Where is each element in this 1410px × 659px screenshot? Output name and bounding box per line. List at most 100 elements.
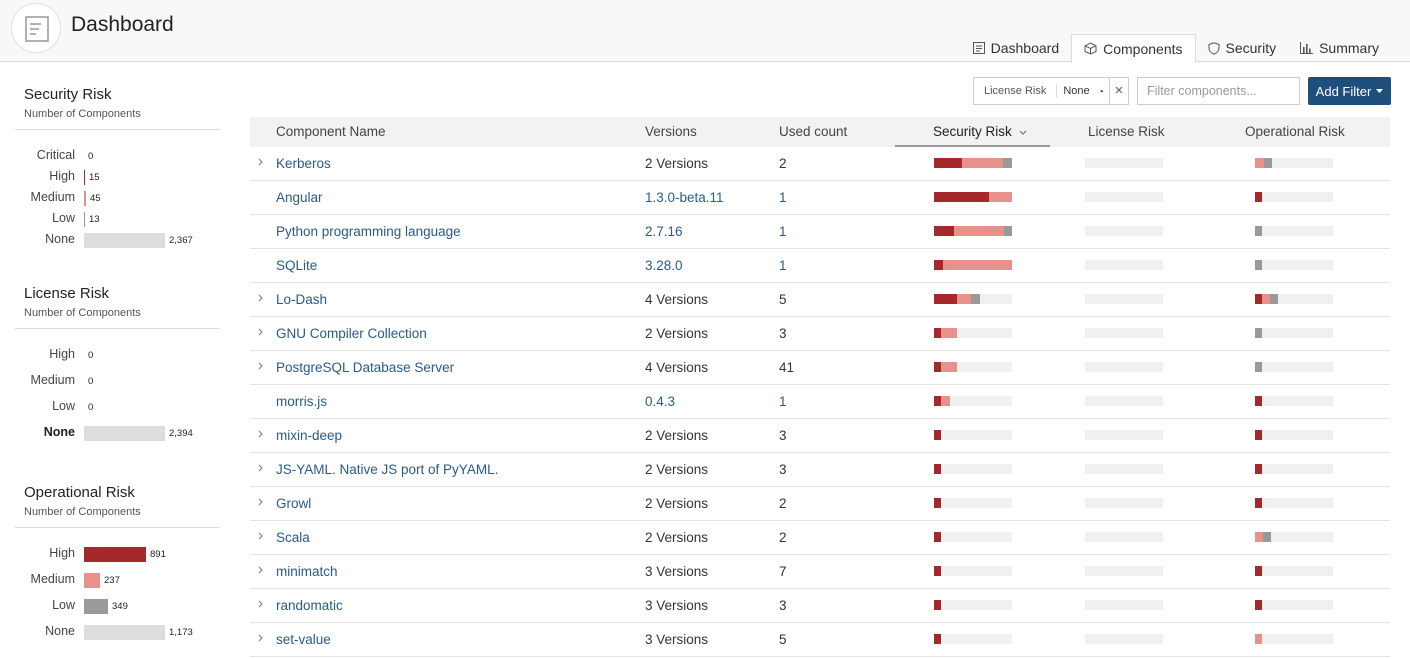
tab-components[interactable]: Components: [1071, 34, 1196, 63]
cube-icon: [1084, 42, 1097, 55]
risk-row-high[interactable]: High 15: [15, 169, 220, 187]
column-header-used-count[interactable]: Used count: [779, 117, 847, 147]
expand-row-button[interactable]: [258, 351, 263, 384]
used-count-cell: 3: [779, 462, 787, 477]
column-header-name[interactable]: Component Name: [276, 117, 386, 147]
used-count-cell[interactable]: 1: [779, 249, 787, 282]
column-header-license-risk[interactable]: License Risk: [1088, 117, 1165, 147]
component-name-link[interactable]: Kerberos: [276, 147, 331, 180]
risk-segment: [934, 362, 941, 372]
risk-row-low[interactable]: Low 13: [15, 211, 220, 229]
remove-filter-button[interactable]: [1109, 78, 1128, 104]
filter-value-select[interactable]: None: [1057, 85, 1109, 97]
risk-segment: [1262, 294, 1270, 304]
risk-segment: [934, 226, 954, 236]
expand-row-button[interactable]: [258, 487, 263, 520]
component-name-link[interactable]: GNU Compiler Collection: [276, 317, 427, 350]
expand-row-button[interactable]: [258, 623, 263, 656]
versions-cell[interactable]: 0.4.3: [645, 385, 675, 418]
risk-row-none[interactable]: None 2,367: [15, 232, 220, 250]
risk-row-low[interactable]: Low 0: [15, 399, 220, 417]
table-row[interactable]: JS-YAML. Native JS port of PyYAML. 2 Vers…: [250, 453, 1390, 487]
table-row[interactable]: SQLite 3.28.0 1: [250, 249, 1390, 283]
risk-row-medium[interactable]: Medium 0: [15, 373, 220, 391]
component-name-link[interactable]: SQLite: [276, 249, 317, 282]
risk-label: Medium: [30, 572, 75, 586]
risk-row-none[interactable]: None 2,394: [15, 425, 220, 443]
expand-row-button[interactable]: [258, 555, 263, 588]
component-name-link[interactable]: Lo-Dash: [276, 283, 327, 316]
column-header-operational-risk[interactable]: Operational Risk: [1245, 117, 1345, 147]
table-row[interactable]: minimatch 3 Versions 7: [250, 555, 1390, 589]
component-name-link[interactable]: set-value: [276, 623, 331, 656]
table-row[interactable]: Angular 1.3.0-beta.11 1: [250, 181, 1390, 215]
tab-dashboard[interactable]: Dashboard: [961, 34, 1072, 62]
table-row[interactable]: GNU Compiler Collection 2 Versions 3: [250, 317, 1390, 351]
license-risk-bar: [1085, 260, 1163, 270]
expand-row-button[interactable]: [258, 419, 263, 452]
risk-bar-low: [84, 599, 108, 614]
table-row[interactable]: set-value 3 Versions 5: [250, 623, 1390, 657]
component-name-link[interactable]: minimatch: [276, 555, 338, 588]
component-name-link[interactable]: randomatic: [276, 589, 343, 622]
operational-risk-bar: [1255, 600, 1333, 610]
component-name-link[interactable]: JS-YAML. Native JS port of PyYAML.: [276, 453, 498, 486]
table-row[interactable]: Lo-Dash 4 Versions 5: [250, 283, 1390, 317]
security-risk-bar: [934, 362, 1012, 372]
table-row[interactable]: PostgreSQL Database Server 4 Versions 41: [250, 351, 1390, 385]
dashboard-logo: [11, 3, 61, 53]
versions-cell[interactable]: 3.28.0: [645, 249, 683, 282]
component-name-link[interactable]: Scala: [276, 521, 310, 554]
versions-cell: 2 Versions: [645, 156, 709, 171]
component-name-link[interactable]: PostgreSQL Database Server: [276, 351, 454, 384]
risk-segment: [934, 600, 941, 610]
risk-label: None: [43, 425, 75, 439]
used-count-cell[interactable]: 1: [779, 385, 787, 418]
table-row[interactable]: morris.js 0.4.3 1: [250, 385, 1390, 419]
risk-row-critical[interactable]: Critical 0: [15, 148, 220, 166]
risk-row-none[interactable]: None 1,173: [15, 624, 220, 642]
filter-components-input[interactable]: [1137, 77, 1300, 105]
license-risk-filter-chip[interactable]: License Risk None: [973, 77, 1129, 105]
column-header-versions[interactable]: Versions: [645, 117, 697, 147]
component-name-link[interactable]: Angular: [276, 181, 323, 214]
component-name-link[interactable]: mixin-deep: [276, 419, 342, 452]
versions-cell[interactable]: 2.7.16: [645, 215, 683, 248]
tab-security[interactable]: Security: [1196, 34, 1289, 62]
table-row[interactable]: Kerberos 2 Versions 2: [250, 147, 1390, 181]
column-header-security-risk[interactable]: Security Risk: [933, 117, 1027, 147]
component-name-link[interactable]: morris.js: [276, 385, 327, 418]
table-row[interactable]: randomatic 3 Versions 3: [250, 589, 1390, 623]
chevron-right-icon: [258, 634, 263, 642]
table-row[interactable]: Growl 2 Versions 2: [250, 487, 1390, 521]
risk-segment: [934, 566, 941, 576]
expand-row-button[interactable]: [258, 521, 263, 554]
used-count-cell[interactable]: 1: [779, 215, 787, 248]
expand-row-button[interactable]: [258, 283, 263, 316]
risk-segment: [934, 634, 941, 644]
risk-row-medium[interactable]: Medium 237: [15, 572, 220, 590]
table-row[interactable]: Python programming language 2.7.16 1: [250, 215, 1390, 249]
risk-bar-none: [84, 625, 165, 640]
risk-row-high[interactable]: High 891: [15, 546, 220, 564]
tab-summary[interactable]: Summary: [1288, 34, 1391, 62]
add-filter-button[interactable]: Add Filter: [1308, 77, 1391, 105]
risk-row-high[interactable]: High 0: [15, 347, 220, 365]
component-name-link[interactable]: Growl: [276, 487, 311, 520]
expand-row-button[interactable]: [258, 317, 263, 350]
component-name-link[interactable]: Python programming language: [276, 215, 461, 248]
risk-row-low[interactable]: Low 349: [15, 598, 220, 616]
expand-row-button[interactable]: [258, 453, 263, 486]
used-count-cell[interactable]: 1: [779, 181, 787, 214]
risk-count: 13: [89, 214, 100, 225]
expand-row-button[interactable]: [258, 589, 263, 622]
risk-row-medium[interactable]: Medium 45: [15, 190, 220, 208]
table-row[interactable]: Scala 2 Versions 2: [250, 521, 1390, 555]
risk-count: 0: [88, 376, 94, 387]
versions-cell[interactable]: 1.3.0-beta.11: [645, 181, 724, 214]
license-risk-bar: [1085, 328, 1163, 338]
table-row[interactable]: mixin-deep 2 Versions 3: [250, 419, 1390, 453]
chevron-right-icon: [258, 362, 263, 370]
expand-row-button[interactable]: [258, 147, 263, 180]
risk-label: High: [49, 546, 75, 560]
